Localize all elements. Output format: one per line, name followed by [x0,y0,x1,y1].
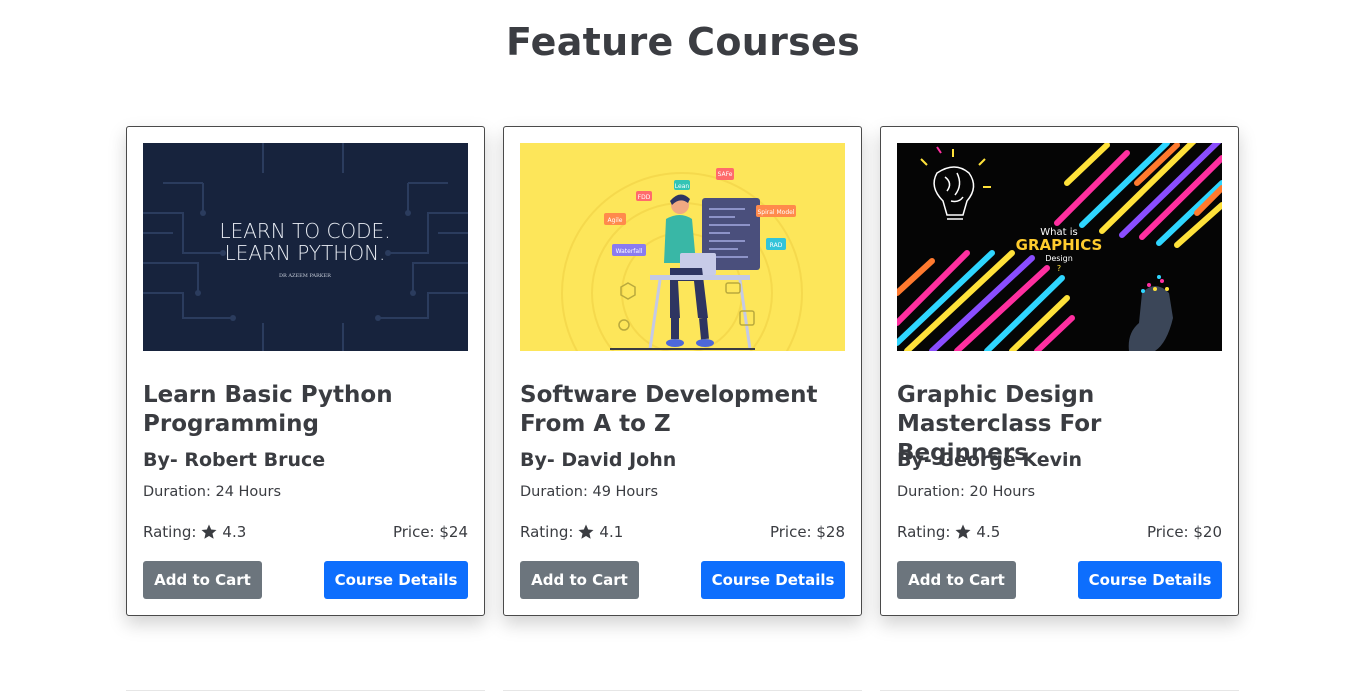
rating-label: Rating: [520,523,574,541]
tag-spiral: Spiral Model [757,209,794,216]
thumb-question-mark: ? [1057,264,1061,273]
course-card: FDD Lean SAFe Agile Spiral Model Waterfa… [503,126,862,616]
tag-agile: Agile [608,217,623,224]
course-card: LEARN TO CODE. LEARN PYTHON. DR AZEEM PA… [126,126,485,616]
rating-label: Rating: [143,523,197,541]
course-price: Price: $28 [769,523,845,541]
course-rating: Rating: 4.3 [143,523,246,541]
course-thumbnail-software[interactable]: FDD Lean SAFe Agile Spiral Model Waterfa… [520,143,845,351]
rating-value: 4.5 [976,523,1001,541]
course-author: By- George Kevin [897,449,1083,471]
tag-safe: SAFe [718,171,733,178]
thumb-credit: DR AZEEM PARKER [279,273,331,279]
course-thumbnail-python[interactable]: LEARN TO CODE. LEARN PYTHON. DR AZEEM PA… [143,143,468,351]
course-price: Price: $20 [1146,523,1222,541]
next-card-row-edge [126,690,1240,695]
star-icon [955,524,971,539]
course-author: By- Robert Bruce [143,449,326,471]
course-rating: Rating: 4.5 [897,523,1000,541]
course-cards: LEARN TO CODE. LEARN PYTHON. DR AZEEM PA… [126,126,1240,616]
thumb-text-line2: LEARN PYTHON. [225,241,386,265]
course-details-button[interactable]: Course Details [1078,561,1222,599]
star-icon [201,524,217,539]
rating-label: Rating: [897,523,951,541]
course-duration: Duration: 24 Hours [143,484,282,500]
course-author: By- David John [520,449,677,471]
thumb-text-line1: LEARN TO CODE. [219,219,390,243]
rating-value: 4.1 [599,523,624,541]
course-thumbnail-graphics[interactable]: What is GRAPHICS Design ? [897,143,1222,351]
course-duration: Duration: 20 Hours [897,484,1036,500]
thumb-text-graphics: GRAPHICS [1016,236,1103,254]
course-title: Software Development From A to Z [520,382,818,437]
course-card: What is GRAPHICS Design ? Graphic Design… [880,126,1239,616]
course-price: Price: $24 [392,523,468,541]
course-duration: Duration: 49 Hours [520,484,659,500]
section-title: Feature Courses [505,20,861,64]
tag-waterfall: Waterfall [616,248,643,255]
course-details-button[interactable]: Course Details [701,561,845,599]
tag-lean: Lean [675,183,690,190]
tag-fdd: FDD [638,194,651,201]
star-icon [578,524,594,539]
thumb-text-design: Design [1045,254,1073,263]
add-to-cart-button[interactable]: Add to Cart [143,561,262,599]
tag-rad: RAD [770,242,783,249]
add-to-cart-button[interactable]: Add to Cart [520,561,639,599]
course-rating: Rating: 4.1 [520,523,623,541]
course-details-button[interactable]: Course Details [324,561,468,599]
add-to-cart-button[interactable]: Add to Cart [897,561,1016,599]
rating-value: 4.3 [222,523,247,541]
course-title: Learn Basic Python Programming [143,382,393,437]
